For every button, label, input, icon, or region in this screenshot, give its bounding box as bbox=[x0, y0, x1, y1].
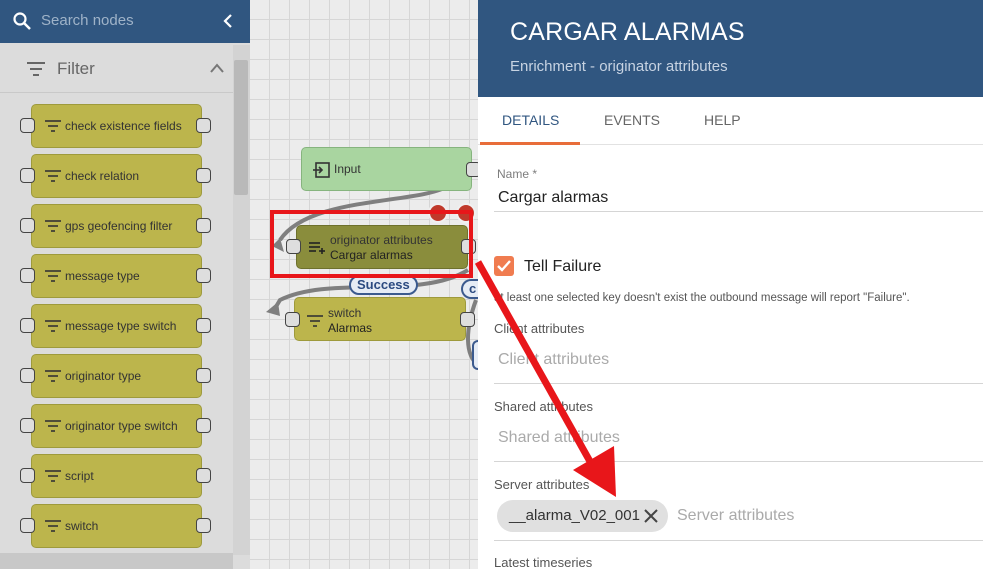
input-node-label: Input bbox=[334, 162, 361, 176]
tab-events[interactable]: EVENTS bbox=[604, 112, 660, 128]
output-port[interactable] bbox=[196, 168, 211, 183]
output-port[interactable] bbox=[196, 268, 211, 283]
output-port[interactable] bbox=[196, 518, 211, 533]
filter-icon bbox=[45, 320, 61, 332]
library-node[interactable]: message type switch bbox=[31, 304, 202, 348]
switch-node[interactable]: switch Alarmas bbox=[294, 297, 466, 341]
library-node-label: originator type bbox=[65, 369, 142, 383]
library-node-label: originator type switch bbox=[65, 419, 178, 433]
filter-section-label: Filter bbox=[57, 59, 95, 78]
shared-attributes-underline bbox=[494, 461, 983, 462]
library-node[interactable]: originator type bbox=[31, 354, 202, 398]
client-attributes-underline bbox=[494, 383, 983, 384]
detail-header: CARGAR ALARMAS Enrichment - originator a… bbox=[478, 0, 983, 97]
tell-failure-label: Tell Failure bbox=[524, 258, 602, 275]
library-node-label: switch bbox=[65, 519, 99, 533]
input-port[interactable] bbox=[20, 518, 35, 533]
output-port[interactable] bbox=[196, 318, 211, 333]
filter-icon bbox=[45, 120, 61, 132]
filter-section-header[interactable]: Filter bbox=[0, 45, 233, 93]
node-library: Search nodes Filter check existence fiel… bbox=[0, 0, 250, 569]
input-port[interactable] bbox=[20, 268, 35, 283]
input-port[interactable] bbox=[20, 168, 35, 183]
filter-icon bbox=[45, 420, 61, 432]
input-port[interactable] bbox=[285, 312, 300, 327]
input-port[interactable] bbox=[20, 318, 35, 333]
shared-attributes-label: Shared attributes bbox=[494, 399, 594, 414]
latest-timeseries-label: Latest timeseries bbox=[494, 555, 593, 570]
filter-icon bbox=[307, 315, 323, 327]
rule-chain-canvas[interactable]: Input originator attributes Cargar alarm… bbox=[250, 0, 481, 569]
client-attributes-label: Client attributes bbox=[494, 321, 585, 336]
output-port[interactable] bbox=[460, 312, 475, 327]
input-icon bbox=[313, 162, 330, 178]
input-node[interactable]: Input bbox=[301, 147, 481, 191]
next-section-header[interactable] bbox=[0, 553, 233, 569]
detail-tabs: DETAILS EVENTS HELP bbox=[478, 97, 983, 145]
output-port[interactable] bbox=[196, 118, 211, 133]
client-attributes-input[interactable]: Client attributes bbox=[498, 351, 609, 369]
shared-attributes-input[interactable]: Shared attributes bbox=[498, 429, 620, 447]
input-port[interactable] bbox=[20, 418, 35, 433]
server-attributes-label: Server attributes bbox=[494, 477, 590, 492]
library-node-label: message type bbox=[65, 269, 140, 283]
library-node[interactable]: switch bbox=[31, 504, 202, 548]
chevron-left-icon[interactable] bbox=[220, 12, 236, 30]
filter-icon bbox=[45, 370, 61, 382]
output-port[interactable] bbox=[196, 468, 211, 483]
library-node[interactable]: message type bbox=[31, 254, 202, 298]
search-icon bbox=[13, 12, 31, 30]
output-port[interactable] bbox=[196, 218, 211, 233]
output-port[interactable] bbox=[196, 368, 211, 383]
check-icon bbox=[497, 260, 511, 272]
filter-icon bbox=[45, 220, 61, 232]
library-node[interactable]: originator type switch bbox=[31, 404, 202, 448]
edge-label-success[interactable]: Success bbox=[349, 275, 418, 295]
input-port[interactable] bbox=[20, 468, 35, 483]
name-field[interactable]: Cargar alarmas bbox=[498, 189, 608, 207]
node-type-label: switch bbox=[328, 306, 362, 320]
library-node[interactable]: script bbox=[31, 454, 202, 498]
name-field-underline bbox=[494, 211, 983, 212]
tab-help[interactable]: HELP bbox=[704, 112, 741, 128]
tab-details[interactable]: DETAILS bbox=[502, 112, 559, 128]
chevron-up-icon[interactable] bbox=[208, 60, 226, 76]
input-port[interactable] bbox=[20, 118, 35, 133]
node-detail-panel: CARGAR ALARMAS Enrichment - originator a… bbox=[478, 0, 983, 570]
filter-icon bbox=[27, 62, 45, 76]
search-input[interactable]: Search nodes bbox=[41, 12, 134, 29]
library-node[interactable]: gps geofencing filter bbox=[31, 204, 202, 248]
input-port[interactable] bbox=[20, 368, 35, 383]
filter-icon bbox=[45, 270, 61, 282]
node-subtitle: Enrichment - originator attributes bbox=[510, 58, 728, 75]
library-node-label: script bbox=[65, 469, 94, 483]
filter-icon bbox=[45, 520, 61, 532]
filter-icon bbox=[45, 470, 61, 482]
tell-failure-hint: at least one selected key doesn't exist … bbox=[494, 292, 910, 304]
library-node-label: check existence fields bbox=[65, 119, 182, 133]
name-field-label: Name * bbox=[497, 167, 538, 181]
tell-failure-checkbox[interactable] bbox=[494, 256, 514, 276]
input-port[interactable] bbox=[20, 218, 35, 233]
library-scrollbar[interactable] bbox=[234, 60, 248, 195]
node-name-label: Alarmas bbox=[328, 321, 373, 335]
server-attributes-input[interactable]: Server attributes bbox=[677, 507, 794, 525]
node-title: CARGAR ALARMAS bbox=[510, 18, 745, 46]
chip-label: __alarma_V02_001 bbox=[509, 507, 640, 524]
annotation-highlight-box bbox=[270, 210, 473, 278]
library-node-label: message type switch bbox=[65, 319, 177, 333]
library-node[interactable]: check relation bbox=[31, 154, 202, 198]
library-node-label: gps geofencing filter bbox=[65, 219, 173, 233]
output-port[interactable] bbox=[196, 418, 211, 433]
server-attribute-chip[interactable]: __alarma_V02_001 bbox=[497, 500, 668, 532]
filter-icon bbox=[45, 170, 61, 182]
server-attributes-underline bbox=[494, 540, 983, 541]
library-node-label: check relation bbox=[65, 169, 140, 183]
close-icon[interactable] bbox=[643, 508, 659, 524]
active-tab-indicator bbox=[480, 142, 580, 145]
library-node[interactable]: check existence fields bbox=[31, 104, 202, 148]
search-bar: Search nodes bbox=[0, 0, 250, 43]
